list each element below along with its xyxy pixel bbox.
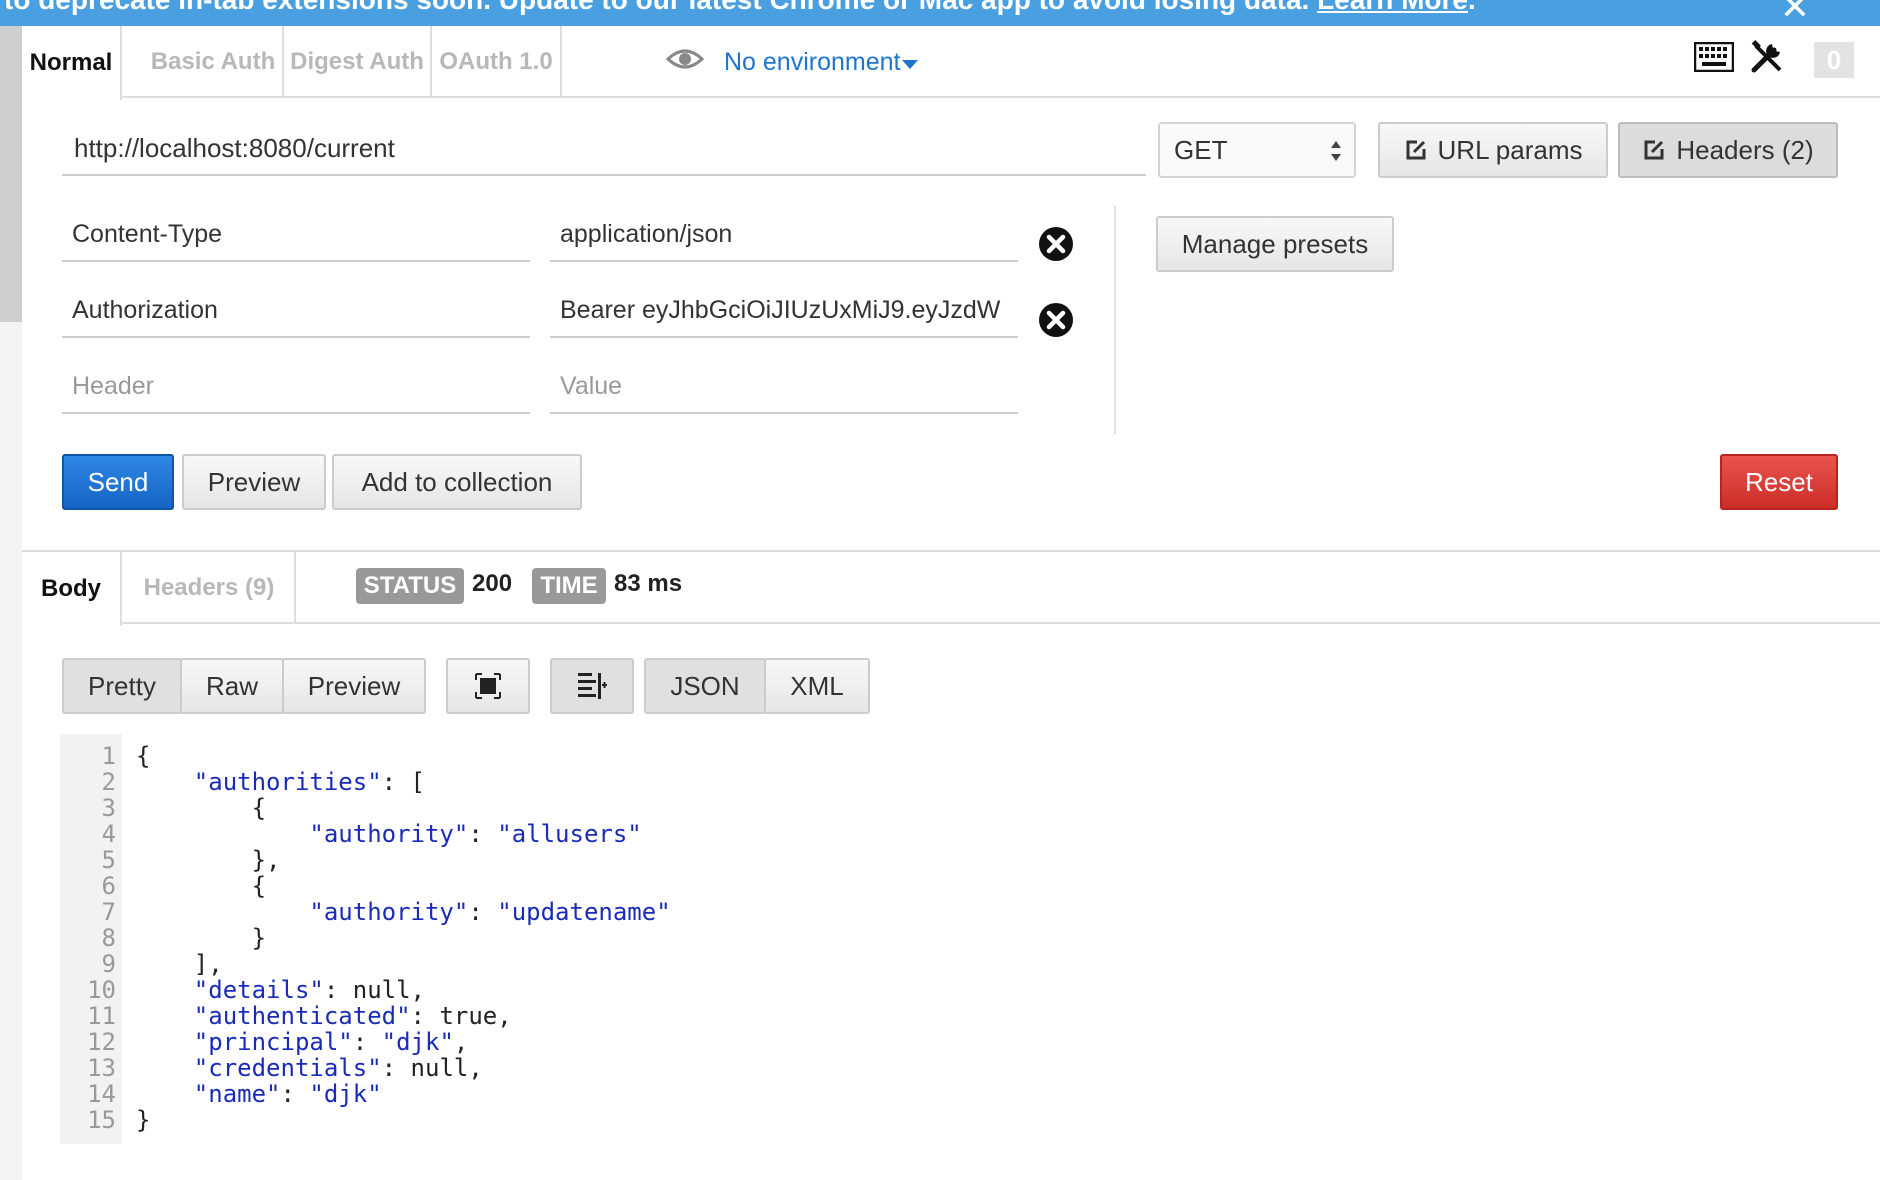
eye-icon[interactable] bbox=[666, 46, 704, 72]
code-line: "name": "djk" bbox=[193, 1080, 382, 1108]
url-input[interactable] bbox=[62, 122, 1146, 176]
auth-tabs: Normal Basic Auth Digest Auth OAuth 1.0 … bbox=[22, 26, 1880, 100]
learn-more-link[interactable]: Learn More bbox=[1317, 0, 1468, 15]
line-number: 13 bbox=[87, 1054, 116, 1082]
format-xml[interactable]: XML bbox=[764, 658, 870, 714]
notification-badge[interactable]: 0 bbox=[1814, 42, 1854, 78]
chevron-down-icon[interactable] bbox=[902, 60, 918, 69]
tab-normal[interactable]: Normal bbox=[22, 26, 122, 100]
send-button[interactable]: Send bbox=[62, 454, 174, 510]
line-number: 10 bbox=[87, 976, 116, 1004]
response-tabs: Body Headers (9) bbox=[22, 552, 1880, 626]
remove-header-icon[interactable] bbox=[1038, 226, 1074, 262]
format-json[interactable]: JSON bbox=[644, 658, 766, 714]
view-preview[interactable]: Preview bbox=[282, 658, 426, 714]
line-gutter: 1 2 3 4 5 6 7 8 9 10 11 12 13 14 15 bbox=[60, 734, 122, 1144]
url-params-button[interactable]: URL params bbox=[1378, 122, 1608, 178]
banner-text: to deprecate in-tab extensions soon. Upd… bbox=[4, 0, 1476, 16]
tab-body[interactable]: Body bbox=[22, 552, 122, 626]
code-line: } bbox=[136, 1106, 151, 1134]
new-header-value-field[interactable]: Value bbox=[550, 360, 1018, 414]
add-to-collection-button[interactable]: Add to collection bbox=[332, 454, 582, 510]
fullscreen-button[interactable] bbox=[446, 658, 530, 714]
line-number: 3 bbox=[101, 794, 116, 822]
code-line: { bbox=[136, 872, 267, 900]
code-line: "authorities": [ bbox=[193, 768, 425, 796]
code-line: "authority": "updatename" bbox=[309, 898, 671, 926]
close-icon[interactable]: ✕ bbox=[1780, 0, 1810, 26]
tab-oauth[interactable]: OAuth 1.0 bbox=[432, 26, 562, 98]
line-number: 12 bbox=[87, 1028, 116, 1056]
code-line: }, bbox=[136, 846, 281, 874]
preview-button[interactable]: Preview bbox=[182, 454, 326, 510]
headers-button[interactable]: Headers (2) bbox=[1618, 122, 1838, 178]
keyboard-icon[interactable] bbox=[1694, 42, 1734, 72]
line-number: 2 bbox=[101, 768, 116, 796]
environment-selector[interactable]: No environment bbox=[724, 48, 900, 77]
tab-response-headers[interactable]: Headers (9) bbox=[124, 552, 296, 624]
header-value-field[interactable]: application/json bbox=[550, 208, 1018, 262]
line-number: 5 bbox=[101, 846, 116, 874]
status-label: STATUS bbox=[356, 568, 464, 604]
update-banner: to deprecate in-tab extensions soon. Upd… bbox=[0, 0, 1880, 26]
line-number: 14 bbox=[87, 1080, 116, 1108]
scrollbar-thumb[interactable] bbox=[0, 26, 22, 322]
fullscreen-icon bbox=[475, 673, 501, 699]
code-line: ], bbox=[136, 950, 223, 978]
tools-icon[interactable] bbox=[1750, 40, 1784, 74]
view-pretty[interactable]: Pretty bbox=[62, 658, 182, 714]
code-line: "authenticated": true, bbox=[193, 1002, 512, 1030]
code-line: { bbox=[136, 742, 151, 770]
reset-button[interactable]: Reset bbox=[1720, 454, 1838, 510]
wrap-lines-button[interactable] bbox=[550, 658, 634, 714]
header-key-field[interactable]: Content-Type bbox=[62, 208, 530, 262]
divider bbox=[1114, 206, 1116, 434]
code-line: "credentials": null, bbox=[193, 1054, 483, 1082]
line-number: 1 bbox=[101, 742, 116, 770]
time-label: TIME bbox=[532, 568, 606, 604]
code-line: "principal": "djk", bbox=[193, 1028, 469, 1056]
line-number: 9 bbox=[101, 950, 116, 978]
new-header-key-field[interactable]: Header bbox=[62, 360, 530, 414]
url-params-label: URL params bbox=[1437, 134, 1583, 165]
code-line: "details": null, bbox=[193, 976, 425, 1004]
select-arrows-icon bbox=[1331, 141, 1341, 161]
line-number: 15 bbox=[87, 1106, 116, 1134]
header-key-field[interactable]: Authorization bbox=[62, 284, 530, 338]
edit-icon bbox=[1644, 140, 1664, 160]
banner-message: to deprecate in-tab extensions soon. Upd… bbox=[4, 0, 1309, 15]
wrap-lines-icon bbox=[578, 673, 607, 699]
line-number: 11 bbox=[87, 1002, 116, 1030]
code-line: "authority": "allusers" bbox=[309, 820, 642, 848]
tab-basic-auth[interactable]: Basic Auth bbox=[144, 26, 284, 98]
method-select[interactable]: GET bbox=[1158, 122, 1356, 178]
line-number: 7 bbox=[101, 898, 116, 926]
code-line: { bbox=[136, 794, 267, 822]
line-number: 6 bbox=[101, 872, 116, 900]
tab-digest-auth[interactable]: Digest Auth bbox=[284, 26, 432, 98]
method-value: GET bbox=[1174, 134, 1228, 165]
remove-header-icon[interactable] bbox=[1038, 302, 1074, 338]
headers-label: Headers (2) bbox=[1676, 134, 1814, 165]
header-value-field[interactable]: Bearer eyJhbGciOiJIUzUxMiJ9.eyJzdW bbox=[550, 284, 1018, 338]
time-value: 83 ms bbox=[614, 570, 683, 597]
line-number: 8 bbox=[101, 924, 116, 952]
view-raw[interactable]: Raw bbox=[180, 658, 284, 714]
manage-presets-button[interactable]: Manage presets bbox=[1156, 216, 1394, 272]
line-number: 4 bbox=[101, 820, 116, 848]
left-scrollbar[interactable] bbox=[0, 26, 22, 1180]
code-line: } bbox=[136, 924, 267, 952]
status-value: 200 bbox=[472, 570, 513, 597]
edit-icon bbox=[1406, 140, 1426, 160]
